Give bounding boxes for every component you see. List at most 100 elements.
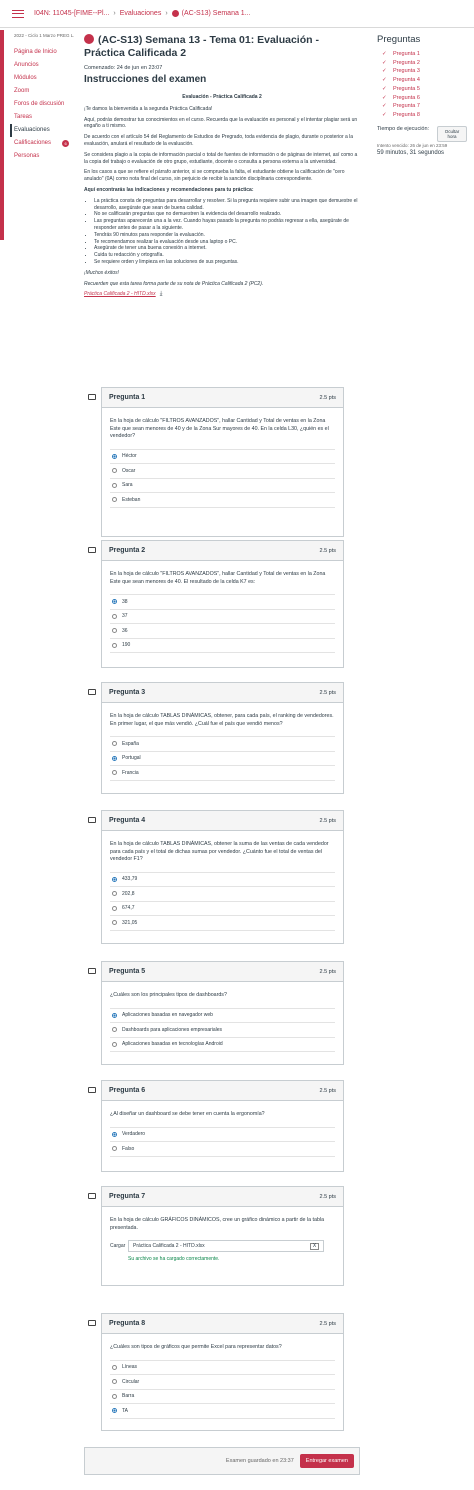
hamburger-menu-icon[interactable] [12,9,24,18]
question-link-7[interactable]: Pregunta 7 [377,102,467,111]
answer-option[interactable]: Falso [110,1142,335,1157]
attachment-link[interactable]: Práctica Calificada 2 - HITD.xlsx [84,291,156,297]
question-title: Pregunta 6 [109,1087,146,1094]
question-link-4[interactable]: Pregunta 4 [377,76,467,85]
answer-option[interactable]: Sara [110,479,335,493]
answer-option[interactable]: Dashboards para aplicaciones empresarial… [110,1023,335,1038]
answer-option[interactable]: España [110,737,335,752]
question-link-8[interactable]: Pregunta 8 [377,111,467,120]
radio-icon[interactable] [112,891,117,897]
question-link-5[interactable]: Pregunta 5 [377,85,467,94]
questions-panel-heading: Preguntas [377,34,421,45]
radio-icon[interactable] [112,741,117,747]
upload-success-message: Su archivo se ha cargado correctamente. [128,1256,220,1262]
breadcrumb-section[interactable]: Evaluaciones [120,10,162,17]
radio-icon[interactable] [112,642,117,648]
radio-icon[interactable] [112,920,117,926]
answer-option[interactable]: Verdadero [110,1128,335,1142]
sidebar-item-personas[interactable]: Personas [14,150,74,163]
answer-option[interactable]: Aplicaciones basadas en navegador web [110,1009,335,1023]
radio-icon[interactable] [112,770,117,776]
list-item: Te recomendamos realizar la evaluación d… [94,239,360,246]
question-title: Pregunta 7 [109,1193,146,1200]
question-link-2[interactable]: Pregunta 2 [377,59,467,68]
flag-question-icon[interactable] [88,547,96,553]
answer-option[interactable]: 190 [110,639,335,653]
download-icon[interactable]: ⤓ [160,291,163,298]
radio-icon[interactable] [112,1041,117,1047]
answer-option[interactable]: Oscar [110,464,335,479]
sidebar-item-modulos[interactable]: Módulos [14,72,74,85]
radio-icon[interactable] [112,497,117,503]
question-card: Pregunta 7 2.5 pts En la hoja de cálculo… [101,1186,344,1286]
answer-option[interactable]: Francia [110,766,335,781]
answer-list: 38 37 36 190 [110,594,335,653]
flag-question-icon[interactable] [88,394,96,400]
upload-label: Cargar [110,1243,126,1249]
flag-question-icon[interactable] [88,1320,96,1326]
flag-question-icon[interactable] [88,1193,96,1199]
answer-option[interactable]: 202,8 [110,887,335,902]
answer-option[interactable]: 321,05 [110,916,335,931]
answer-option[interactable]: TA [110,1404,335,1419]
radio-icon[interactable] [112,628,117,634]
question-link-6[interactable]: Pregunta 6 [377,94,467,103]
question-header: Pregunta 1 2.5 pts [102,388,343,408]
remove-file-icon[interactable]: X [310,1242,319,1250]
flag-question-icon[interactable] [88,1087,96,1093]
question-header: Pregunta 7 2.5 pts [102,1187,343,1207]
answer-option[interactable]: 38 [110,595,335,610]
question-header: Pregunta 5 2.5 pts [102,962,343,982]
radio-selected-icon[interactable] [112,755,117,761]
answer-option[interactable]: 36 [110,624,335,639]
breadcrumb-current: (AC-S13) Semana 1... [181,10,251,17]
radio-icon[interactable] [112,905,117,911]
sidebar-item-evaluaciones[interactable]: Evaluaciones [10,124,74,137]
answer-option[interactable]: 674,7 [110,902,335,916]
question-text: ¿Al diseñar un dashboard se debe tener e… [110,1111,265,1117]
quiz-status-dot-icon [84,34,94,44]
answer-option[interactable]: 37 [110,610,335,624]
radio-icon[interactable] [112,1364,117,1370]
answer-option[interactable]: Aplicaciones basadas en tecnologías Andr… [110,1038,335,1052]
sidebar-item-foros[interactable]: Foros de discusión [14,98,74,111]
flag-question-icon[interactable] [88,968,96,974]
radio-icon[interactable] [112,1379,117,1385]
timer-label: Tiempo de ejecución: [377,125,430,132]
radio-selected-icon[interactable] [112,599,117,605]
submit-quiz-button[interactable]: Entregar examen [299,1454,354,1468]
radio-icon[interactable] [112,1027,117,1033]
left-accent-strip [0,30,4,240]
top-bar: I04N: 11045-[FIME--Pl... › Evaluaciones … [0,0,474,28]
radio-icon[interactable] [112,468,117,474]
radio-icon[interactable] [112,1393,117,1399]
question-link-1[interactable]: Pregunta 1 [377,50,467,59]
hide-time-button[interactable]: Ocultar hora [437,125,467,142]
radio-selected-icon[interactable] [112,1408,117,1414]
radio-selected-icon[interactable] [112,1131,117,1137]
answer-option[interactable]: Líneas [110,1361,335,1375]
radio-icon[interactable] [112,1146,117,1152]
radio-selected-icon[interactable] [112,876,117,882]
flag-question-icon[interactable] [88,817,96,823]
instructions-body: Evaluación - Práctica Calificada 2 ¡Te d… [84,94,360,298]
radio-icon[interactable] [112,482,117,488]
sidebar-item-tareas[interactable]: Tareas [14,111,74,124]
sidebar-item-calificaciones[interactable]: Calificaciones 6 [14,137,74,150]
answer-option[interactable]: 433,79 [110,873,335,887]
sidebar-item-inicio[interactable]: Página de Inicio [14,46,74,59]
question-link-3[interactable]: Pregunta 3 [377,67,467,76]
answer-option[interactable]: Esteban [110,493,335,508]
uploaded-file-field[interactable]: Práctica Calificada 2 - HITD.xlsx X [128,1240,324,1252]
answer-option[interactable]: Portugal [110,752,335,766]
answer-option[interactable]: Barra [110,1390,335,1404]
radio-selected-icon[interactable] [112,1012,117,1018]
answer-option[interactable]: Héctor [110,450,335,464]
sidebar-item-anuncios[interactable]: Anuncios [14,59,74,72]
sidebar-item-zoom[interactable]: Zoom [14,85,74,98]
radio-icon[interactable] [112,613,117,619]
flag-question-icon[interactable] [88,689,96,695]
answer-option[interactable]: Circular [110,1375,335,1390]
radio-selected-icon[interactable] [112,453,117,459]
breadcrumb-course[interactable]: I04N: 11045-[FIME--Pl... [34,10,109,17]
